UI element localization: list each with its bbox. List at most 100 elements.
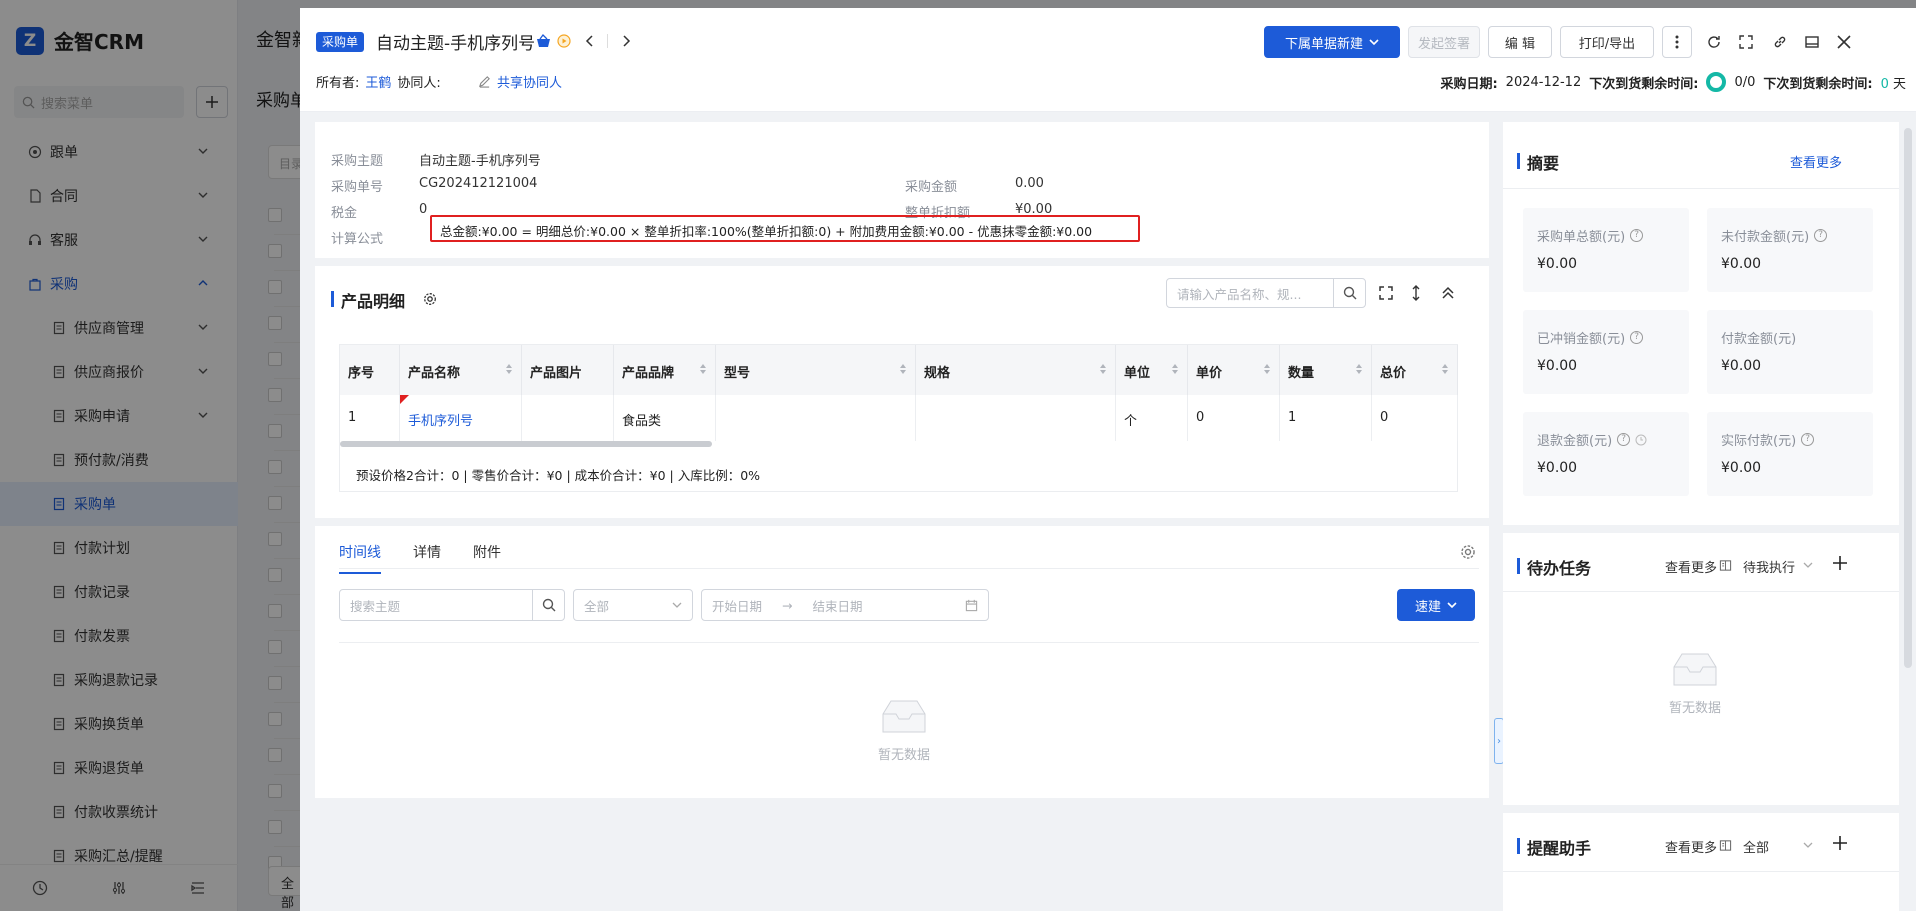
product-name-link[interactable]: 手机序列号 [408,414,473,429]
sort-icon[interactable] [505,363,513,375]
cell-value: 1 [348,410,357,425]
days-unit: 天 [1892,76,1906,92]
share-collaborator-link[interactable]: 共享协同人 [478,72,562,91]
horizontal-scrollbar[interactable] [340,441,712,447]
new-child-document-button[interactable]: 下属单据新建 [1264,26,1400,58]
summary-stat-label: 付款金额(元) [1721,332,1797,347]
gear-icon[interactable] [423,292,437,306]
summary-card: 摘要 查看更多 采购单总额(元)? ¥0.00 未付款金额(元)? ¥0.00 已冲销金… [1503,122,1899,525]
product-search-input[interactable]: 请输入产品名称、规... [1166,278,1366,308]
timeline-search-input[interactable]: 搜索主题 [339,589,565,621]
previous-record-icon[interactable] [582,33,598,49]
summary-stat-value: ¥0.00 [1537,358,1578,374]
summary-stat: 退款金额(元)? ¥0.00 [1523,412,1689,496]
chevron-down-icon[interactable] [1803,560,1813,570]
table-cell: 1 [340,395,400,441]
sort-icon[interactable] [699,363,707,375]
help-icon[interactable]: ? [1814,229,1828,242]
column-header[interactable]: 产品品牌 [614,345,716,395]
plus-icon[interactable] [1832,555,1848,571]
empty-inbox-icon [882,700,926,733]
start-signing-button[interactable]: 发起签署 [1408,26,1480,58]
table-cell[interactable]: 手机序列号 [400,395,522,441]
next-arrival-label: 下次到货剩余时间: [1589,76,1699,92]
tab-details[interactable]: 详情 [413,542,441,562]
table-summary: 预设价格2合计：0 | 零售价合计：¥0 | 成本价合计：¥0 | 入库比例：0… [356,468,761,483]
reminder-filter-value[interactable]: 全部 [1743,837,1769,856]
quick-create-button[interactable]: 速建 [1397,589,1475,621]
owner-link[interactable]: 王鹤 [365,72,391,91]
link-icon[interactable] [1770,32,1790,52]
gear-icon[interactable] [1460,544,1476,560]
column-header[interactable]: 产品图片 [522,345,614,395]
column-header[interactable]: 数量 [1280,345,1372,395]
column-header[interactable]: 型号 [716,345,916,395]
formula-highlight-box: 总金额:¥0.00 = 明细总价:¥0.00 × 整单折扣率:100%(整单折扣… [430,215,1140,242]
order-no-value: CG202412121004 [419,176,538,191]
tab-timeline[interactable]: 时间线 [339,542,381,574]
sort-icon[interactable] [1355,363,1363,375]
help-icon[interactable]: ? [1617,433,1631,446]
expand-table-icon[interactable] [1378,285,1394,301]
calendar-icon [965,599,978,611]
summary-stat-label: 已冲销金额(元) [1537,332,1626,347]
collapse-section-icon[interactable] [1440,285,1456,301]
fullscreen-icon[interactable] [1736,32,1756,52]
more-actions-button[interactable] [1662,26,1692,58]
help-icon[interactable]: ? [1630,229,1644,242]
tab-attachments[interactable]: 附件 [473,542,501,562]
table-cell: 食品类 [614,395,716,441]
type-filter-select[interactable]: 全部 [573,589,693,621]
refresh-icon[interactable] [1704,32,1724,52]
column-header[interactable]: 规格 [916,345,1116,395]
sort-icon[interactable] [899,363,907,375]
print-export-button[interactable]: 打印/导出 [1560,26,1654,58]
tasks-filter-value[interactable]: 待我执行 [1743,557,1795,576]
vertical-scrollbar[interactable] [1904,128,1912,668]
sort-icon[interactable] [1099,363,1107,375]
play-badge-icon[interactable] [557,34,571,48]
sort-icon[interactable] [1441,363,1449,375]
book-icon[interactable] [1719,559,1732,572]
collab-label: 协同人: [397,76,441,91]
date-range-picker[interactable]: 开始日期 → 结束日期 [701,589,989,621]
column-header[interactable]: 总价 [1372,345,1458,395]
order-no-label: 采购单号 [331,180,384,195]
help-icon[interactable]: ? [1630,331,1644,344]
sort-icon[interactable] [1171,363,1179,375]
summary-stat: 已冲销金额(元)? ¥0.00 [1523,310,1689,394]
next-arrival-label-2: 下次到货剩余时间: [1763,76,1873,92]
tax-label: 税金 [331,206,358,221]
table-cell: 个 [1116,395,1188,441]
plus-icon[interactable] [1832,835,1848,851]
summary-stat-value: ¥0.00 [1537,256,1578,272]
summary-stat-value: ¥0.00 [1721,256,1762,272]
sort-icon[interactable] [1263,363,1271,375]
tasks-view-more-link[interactable]: 查看更多 [1665,557,1717,576]
summary-view-more-link[interactable]: 查看更多 [1790,152,1842,171]
reminder-view-more-link[interactable]: 查看更多 [1665,837,1717,856]
help-icon[interactable]: ? [1801,433,1815,446]
clock-icon[interactable] [1635,434,1647,446]
edit-button[interactable]: 编 辑 [1488,26,1552,58]
next-record-icon[interactable] [618,33,634,49]
column-header[interactable]: 单位 [1116,345,1188,395]
cell-value: 个 [1124,414,1138,429]
row-height-icon[interactable] [1408,285,1424,301]
product-search-button[interactable] [1333,279,1365,307]
book-icon[interactable] [1719,839,1732,852]
table-cell [716,395,916,441]
chevron-down-icon[interactable] [1803,840,1813,850]
column-header[interactable]: 单价 [1188,345,1280,395]
summary-stat-label-row: 实际付款(元)? [1721,430,1815,449]
close-icon[interactable] [1834,32,1854,52]
quick-create-label: 速建 [1414,599,1441,615]
reminder-card: 提醒助手 查看更多 全部 [1503,813,1899,911]
timeline-search-button[interactable] [532,590,564,620]
table-cell: 0 [1372,395,1458,441]
dock-panel-icon[interactable] [1802,32,1822,52]
summary-stat-label-row: 已冲销金额(元)? [1537,328,1644,347]
summary-stat-label: 未付款金额(元) [1721,230,1810,245]
basket-icon[interactable] [536,34,551,49]
column-header[interactable]: 产品名称 [400,345,522,395]
